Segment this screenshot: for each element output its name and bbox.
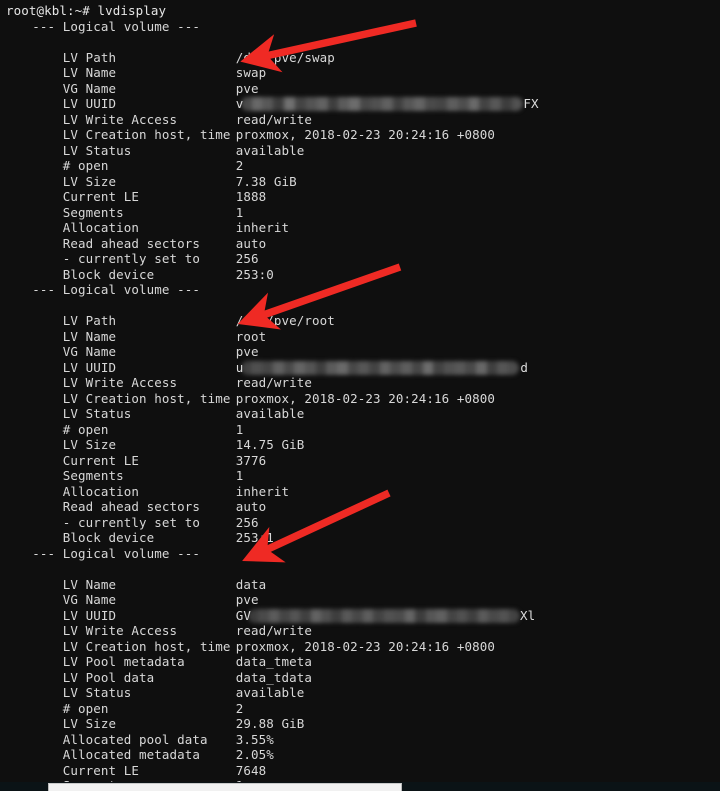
row-lv-status: LV Status available bbox=[0, 127, 720, 158]
row-vg-name: VG Name pve bbox=[0, 329, 720, 359]
row-lv-size: LV Size 7.38 GiB bbox=[0, 158, 720, 189]
shell-prompt-line: root@kbl:~# lvdisplay bbox=[6, 3, 167, 18]
row-lv-name: LV Name root bbox=[0, 313, 720, 344]
uuid-visible-head: u bbox=[235, 359, 244, 375]
row-block-device: Block device 253:1 bbox=[0, 515, 720, 545]
row-current-le: Current LE 3776 bbox=[0, 437, 720, 468]
row-lv-size: LV Size 29.88 GiB bbox=[0, 701, 720, 731]
volume-separator: --- Logical volume --- bbox=[17, 282, 201, 297]
uuid-visible-tail: d bbox=[520, 359, 529, 375]
row-lv-name: LV Name data bbox=[0, 561, 720, 592]
row-current-le: Current LE 1888 bbox=[0, 174, 720, 204]
row-read-ahead: Read ahead sectors auto bbox=[0, 220, 720, 251]
row-open-count: # open 1 bbox=[0, 406, 720, 437]
uuid-visible-tail: Xl bbox=[520, 607, 536, 623]
row-lv-uuid: LV UUID v FX bbox=[0, 81, 720, 111]
row-lv-write-access: LV Write Access read/write bbox=[0, 96, 720, 127]
row-vg-name: VG Name pve bbox=[0, 577, 720, 607]
row-lv-write-access: LV Write Access read/write bbox=[0, 360, 720, 390]
value-block-device: 253:1 bbox=[235, 530, 274, 545]
row-lv-status: LV Status available bbox=[0, 391, 720, 421]
label-block-device: Block device bbox=[62, 266, 155, 282]
row-currently-set: - currently set to 256 bbox=[0, 499, 720, 530]
row-allocation: Allocation inherit bbox=[0, 468, 720, 499]
row-lv-path: LV Path/dev/pve/root bbox=[0, 298, 720, 328]
row-segments: Segments1 bbox=[0, 453, 720, 483]
volume-separator: --- Logical volume --- bbox=[17, 18, 201, 34]
row-allocated-pool-data: Allocated pool data 3.55% bbox=[0, 716, 720, 747]
row-currently-set: - currently set to 256 bbox=[0, 236, 720, 266]
row-vg-name: VG Name pve bbox=[0, 65, 720, 96]
row-open-count: # open 2 bbox=[0, 685, 720, 716]
row-lv-creation: LV Creation host, time proxmox, 2018-02-2… bbox=[0, 623, 720, 654]
row-read-ahead: Read ahead sectors auto bbox=[0, 484, 720, 514]
row-lv-creation: LV Creation host, time proxmox, 2018-02-2… bbox=[0, 112, 720, 142]
row-current-le: Current LE 7648 bbox=[0, 747, 720, 778]
bottom-window-edge[interactable] bbox=[48, 783, 402, 791]
terminal-screen: root@kbl:~# lvdisplay --- Logical volume… bbox=[0, 0, 720, 791]
uuid-visible-head: GV bbox=[235, 607, 252, 623]
row-open-count: # open 2 bbox=[0, 143, 720, 173]
uuid-visible-tail: FX bbox=[523, 96, 539, 111]
row-lv-write-access: LV Write Access read/write bbox=[0, 608, 720, 638]
row-lv-status: LV Status available bbox=[0, 670, 720, 700]
row-lv-uuid: LV UUID GV Xl bbox=[0, 592, 720, 623]
row-lv-path: LV Path/dev/pve/swap bbox=[0, 34, 720, 65]
row-segments: Segments1 bbox=[0, 763, 720, 791]
row-lv-size: LV Size 14.75 GiB bbox=[0, 422, 720, 452]
row-lv-creation: LV Creation host, time proxmox, 2018-02-2… bbox=[0, 375, 720, 406]
row-allocation: Allocation inherit bbox=[0, 205, 720, 235]
value-block-device: 253:0 bbox=[235, 266, 274, 282]
row-segments: Segments1 bbox=[0, 189, 720, 220]
uuid-visible-head: v bbox=[235, 96, 244, 111]
row-lv-uuid: LV UUID u d bbox=[0, 344, 720, 375]
row-lv-name: LV Name swap bbox=[0, 50, 720, 80]
row-lv-pool-data: LV Pool data data_tdata bbox=[0, 654, 720, 685]
row-lv-pool-metadata: LV Pool metadata data_tmeta bbox=[0, 639, 720, 669]
volume-separator: --- Logical volume --- bbox=[17, 545, 201, 561]
label-block-device: Block device bbox=[62, 530, 155, 545]
terminal-output[interactable]: root@kbl:~# lvdisplay --- Logical volume… bbox=[0, 0, 720, 791]
row-allocated-metadata: Allocated metadata 2.05% bbox=[0, 732, 720, 762]
row-block-device: Block device 253:0 bbox=[0, 251, 720, 282]
